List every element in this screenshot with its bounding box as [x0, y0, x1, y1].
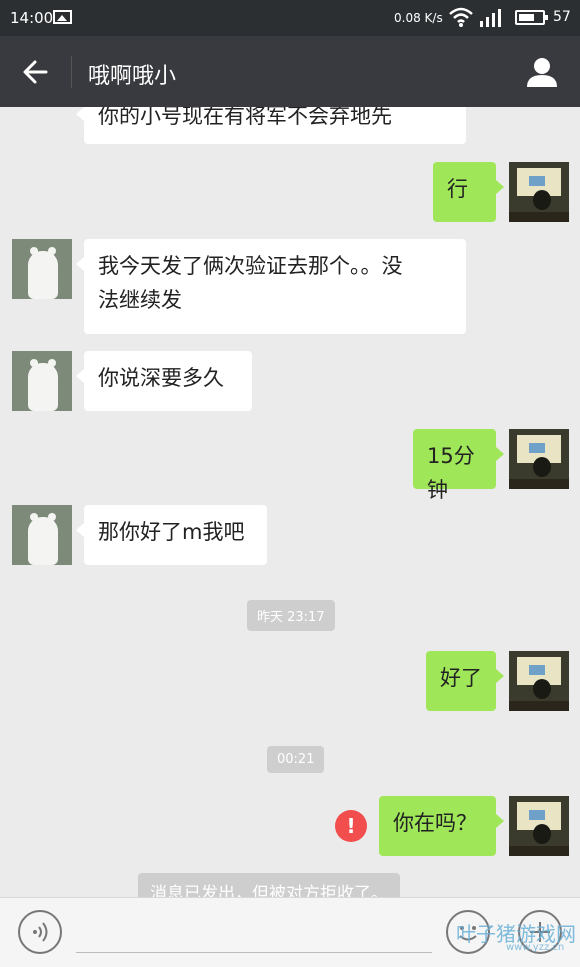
contact-avatar[interactable]	[12, 351, 72, 411]
my-avatar[interactable]	[509, 429, 569, 489]
watermark-url: www.yzz.cn	[506, 942, 565, 953]
message-text: 15分钟	[427, 444, 475, 502]
chat-title: 哦啊哦小	[88, 64, 177, 89]
back-arrow-icon[interactable]	[18, 54, 54, 90]
message-bubble-received[interactable]: 你说深要多久	[76, 351, 252, 411]
signal-icon	[480, 9, 501, 27]
voice-input-button[interactable]	[18, 910, 62, 954]
message-text: 好了	[440, 666, 482, 690]
network-speed: 0.08 K/s	[394, 11, 443, 25]
message-text-line: 我今天发了俩次验证去那个。。没	[98, 254, 403, 278]
message-bubble-received[interactable]: 你的小号现在有将军不会弃地先	[76, 107, 466, 144]
message-text: 那你好了m我吧	[98, 520, 245, 544]
contact-info-icon[interactable]	[524, 54, 560, 90]
message-text-line: 法继续发	[98, 288, 182, 312]
wifi-icon	[449, 7, 473, 27]
status-bar: 14:00 0.08 K/s 57	[0, 0, 580, 36]
image-notification-icon	[53, 10, 72, 24]
clock: 14:00	[10, 9, 54, 27]
my-avatar[interactable]	[509, 162, 569, 222]
message-text: 你说深要多久	[98, 366, 224, 390]
header-divider	[71, 56, 72, 88]
battery-icon	[515, 10, 548, 25]
contact-avatar[interactable]	[12, 505, 72, 565]
my-avatar[interactable]	[509, 651, 569, 711]
message-bubble-sent[interactable]: 你在吗？	[379, 796, 504, 856]
chat-area[interactable]: 你的小号现在有将军不会弃地先 行 我今天发了俩次验证去那个。。没 法继续发 你说…	[0, 107, 580, 897]
message-bubble-sent[interactable]: 15分钟	[413, 429, 504, 502]
message-bubble-received[interactable]: 那你好了m我吧	[76, 505, 267, 565]
message-text: 行	[447, 177, 468, 201]
system-notice: 消息已发出，但被对方拒收了。	[138, 873, 400, 897]
message-bubble-sent[interactable]: 好了	[426, 651, 504, 711]
battery-level: 57	[553, 9, 571, 25]
message-bubble-received[interactable]: 我今天发了俩次验证去那个。。没 法继续发	[76, 239, 466, 334]
timestamp: 00:21	[267, 746, 325, 773]
contact-avatar[interactable]	[12, 239, 72, 299]
message-text: 你在吗？	[393, 811, 477, 835]
chat-header: 哦啊哦小	[0, 36, 580, 107]
message-bubble-sent[interactable]: 行	[433, 162, 504, 222]
my-avatar[interactable]	[509, 796, 569, 856]
message-text: 你的小号现在有将军不会弃地先	[98, 107, 392, 128]
timestamp: 昨天 23:17	[247, 600, 335, 631]
message-input[interactable]	[76, 952, 432, 953]
voice-icon	[33, 922, 48, 942]
send-failed-icon[interactable]: !	[335, 810, 367, 842]
